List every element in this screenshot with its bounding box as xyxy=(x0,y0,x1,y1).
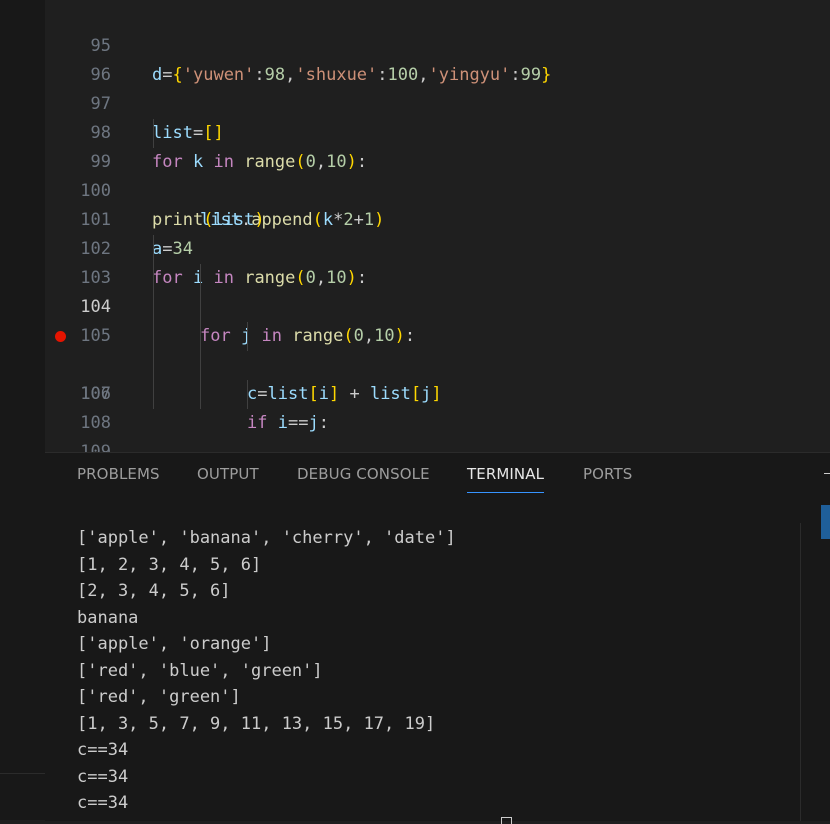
code-line-108[interactable]: 108 print(f"c=={c}") xyxy=(45,380,830,433)
indent-guide xyxy=(200,293,201,322)
tab-output[interactable]: OUTPUT xyxy=(197,465,259,483)
code-line-99[interactable]: 99 list.append(k*2+1) xyxy=(45,119,830,230)
indent-guide xyxy=(247,322,248,351)
minimize-icon[interactable] xyxy=(824,473,830,474)
indent-guide xyxy=(153,351,154,380)
terminal-split-divider[interactable] xyxy=(800,523,801,821)
terminal-line: [2, 3, 4, 5, 6] xyxy=(77,581,231,601)
line-number: 109 xyxy=(80,442,111,452)
code-line-105[interactable]: 105 if i==j: xyxy=(45,293,830,433)
code-line-100[interactable]: 100 print(list) xyxy=(45,148,830,230)
tab-terminal-label: TERMINAL xyxy=(467,465,545,483)
code-line-98[interactable]: 98 for k in range(0,10): xyxy=(45,90,830,172)
code-line-106[interactable]: 106 pass xyxy=(45,322,830,404)
code-line-103[interactable]: 103 for j in range(0,10): xyxy=(45,235,830,346)
terminal-line: ['red', 'green'] xyxy=(77,687,241,707)
tab-problems[interactable]: PROBLEMS xyxy=(77,465,160,483)
code-line-97[interactable]: 97 list=[] xyxy=(45,61,830,143)
code-line-107[interactable]: 107 if a==c: xyxy=(45,351,830,404)
terminal-line: ['apple', 'banana', 'cherry', 'date'] xyxy=(77,528,456,548)
terminal-scrollbar-thumb[interactable] xyxy=(821,505,830,539)
bottom-panel: PROBLEMS OUTPUT DEBUG CONSOLE TERMINAL P… xyxy=(45,452,830,824)
indent-guide xyxy=(153,119,154,148)
indent-guide xyxy=(200,380,201,409)
indent-guide xyxy=(200,351,201,380)
terminal-line: c==34 xyxy=(77,793,129,813)
code-line-96[interactable]: 96 xyxy=(45,32,830,85)
terminal-line: banana xyxy=(77,607,139,628)
code-editor[interactable]: 95 d={'yuwen':98,'shuxue':100,'yingyu':9… xyxy=(45,0,830,452)
code-line-102[interactable]: 102 for i in range(0,10): xyxy=(45,206,830,288)
indent-guide xyxy=(200,264,201,293)
terminal-line: [1, 3, 5, 7, 9, 11, 13, 15, 17, 19] xyxy=(77,713,436,734)
terminal-line: c==34 xyxy=(77,740,129,760)
indent-guide xyxy=(247,380,248,409)
tab-debug-console[interactable]: DEBUG CONSOLE xyxy=(297,465,430,483)
terminal-output[interactable]: ['apple', 'banana', 'cherry', 'date'] [1,… xyxy=(77,525,456,817)
indent-guide xyxy=(153,322,154,351)
indent-guide xyxy=(153,380,154,409)
left-sidebar-strip xyxy=(0,0,45,820)
sidebar-divider xyxy=(0,773,45,774)
tab-ports[interactable]: PORTS xyxy=(583,465,632,483)
terminal-line: [1, 2, 3, 4, 5, 6] xyxy=(77,554,262,575)
code-line-109[interactable]: 109 xyxy=(45,409,830,452)
indent-guide xyxy=(153,235,154,264)
terminal-line: c==34 xyxy=(77,766,129,787)
terminal-line: ['red', 'blue', 'green'] xyxy=(77,660,323,681)
indent-guide xyxy=(153,264,154,293)
active-tab-underline xyxy=(467,492,545,493)
code-line-104-current[interactable]: 104 c=list[i] + list[j] xyxy=(45,264,830,404)
code-line-101[interactable]: 101 a=34 xyxy=(45,177,830,259)
terminal-cursor xyxy=(501,817,512,824)
tab-terminal[interactable]: TERMINAL xyxy=(467,465,545,493)
terminal-line: ['apple', 'orange'] xyxy=(77,634,272,654)
indent-guide xyxy=(153,293,154,322)
breakpoint-icon[interactable] xyxy=(55,331,66,342)
code-line-95[interactable]: 95 d={'yuwen':98,'shuxue':100,'yingyu':9… xyxy=(45,3,830,85)
indent-guide xyxy=(200,322,201,351)
